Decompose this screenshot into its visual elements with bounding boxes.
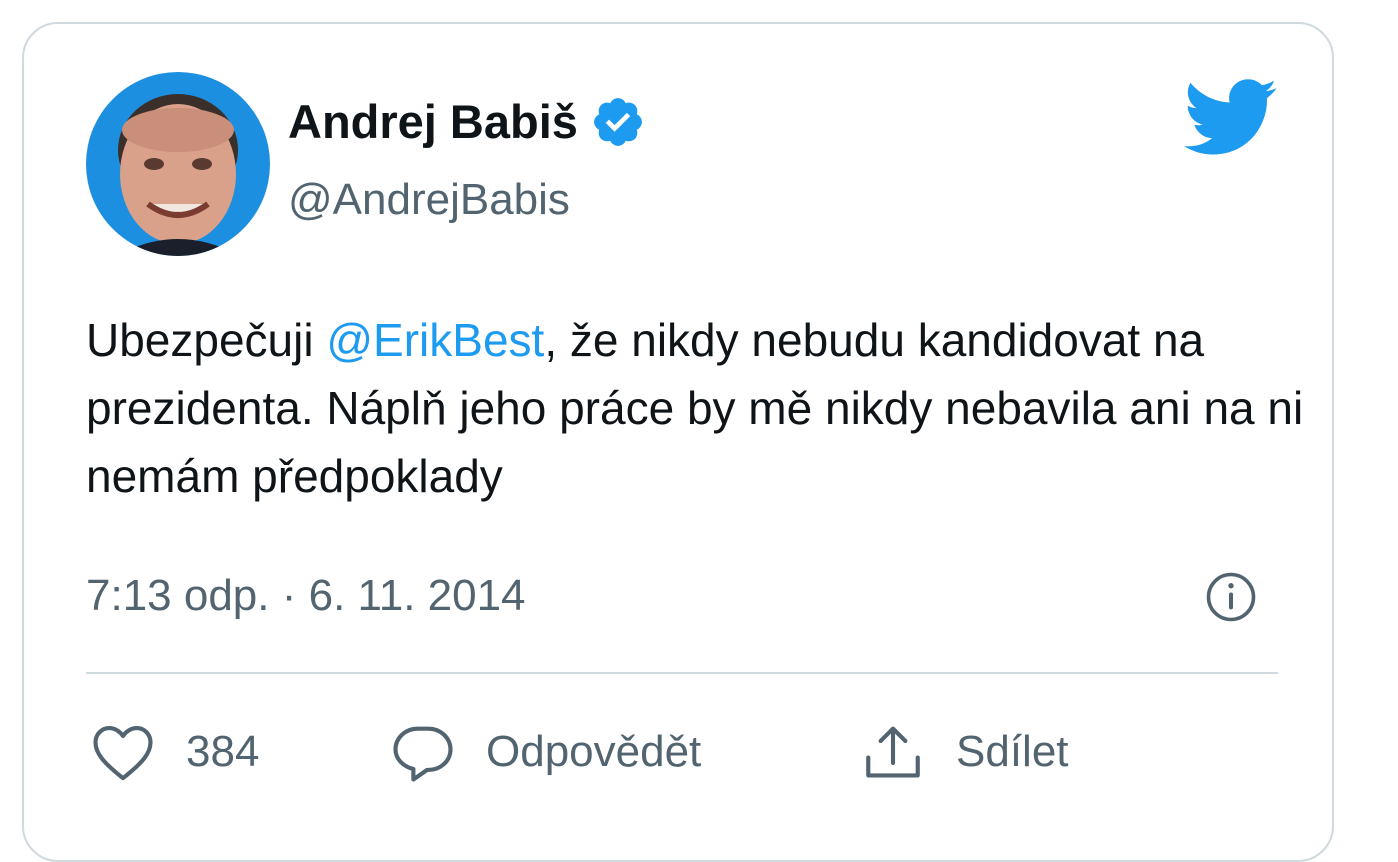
divider: [86, 672, 1278, 674]
author-row[interactable]: Andrej Babiš: [288, 94, 646, 150]
tweet-card[interactable]: Andrej Babiš @AndrejBabis Ubezpečuji @Er…: [22, 22, 1334, 862]
author-handle[interactable]: @AndrejBabis: [288, 172, 570, 228]
share-icon: [866, 726, 920, 778]
verified-badge-icon: [593, 98, 642, 146]
twitter-bird-icon[interactable]: [1184, 78, 1278, 158]
like-button[interactable]: 384: [90, 721, 390, 783]
tweet-text: Ubezpečuji @ErikBest, že nikdy nebudu ka…: [86, 306, 1316, 510]
share-label: Sdílet: [956, 727, 1069, 776]
like-count: 384: [186, 727, 260, 776]
info-icon[interactable]: [1204, 570, 1258, 624]
tweet-text-start: Ubezpečuji: [86, 314, 327, 366]
tweet-timestamp[interactable]: 7:13 odp. · 6. 11. 2014: [86, 564, 526, 628]
avatar[interactable]: [86, 72, 270, 256]
speech-bubble-icon: [393, 726, 453, 782]
reply-label: Odpovědět: [486, 727, 702, 776]
mention-link[interactable]: @ErikBest: [326, 314, 544, 366]
author-name[interactable]: Andrej Babiš: [288, 94, 578, 150]
reply-button[interactable]: Odpovědět: [390, 721, 860, 783]
share-button[interactable]: Sdílet: [860, 721, 1069, 783]
action-bar: 384 Odpovědět Sdílet: [90, 712, 1069, 792]
heart-icon: [93, 726, 153, 781]
